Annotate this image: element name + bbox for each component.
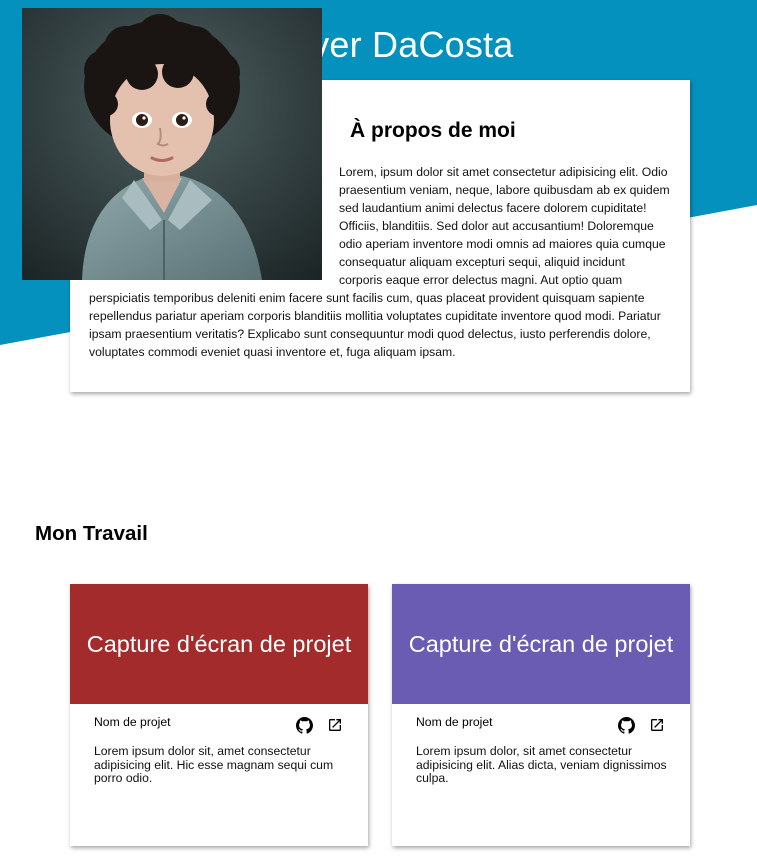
project-screenshot: Capture d'écran de projet xyxy=(392,584,690,704)
project-description: Lorem ipsum dolor sit, amet consectetur … xyxy=(94,744,334,785)
project-name: Nom de projet xyxy=(94,715,171,729)
project-name: Nom de projet xyxy=(416,715,493,729)
github-icon[interactable] xyxy=(296,717,313,734)
external-link-icon[interactable] xyxy=(649,717,665,733)
project-description: Lorem ipsum dolor, sit amet consectetur … xyxy=(416,744,667,785)
project-screenshot: Capture d'écran de projet xyxy=(70,584,368,704)
external-link-icon[interactable] xyxy=(327,717,343,733)
profile-photo xyxy=(22,8,322,280)
project-card: Capture d'écran de projet Nom de projet … xyxy=(70,584,368,846)
github-icon[interactable] xyxy=(618,717,635,734)
work-section-title: Mon Travail xyxy=(35,522,148,545)
project-card: Capture d'écran de projet Nom de projet … xyxy=(392,584,690,846)
about-title: À propos de moi xyxy=(350,119,516,142)
